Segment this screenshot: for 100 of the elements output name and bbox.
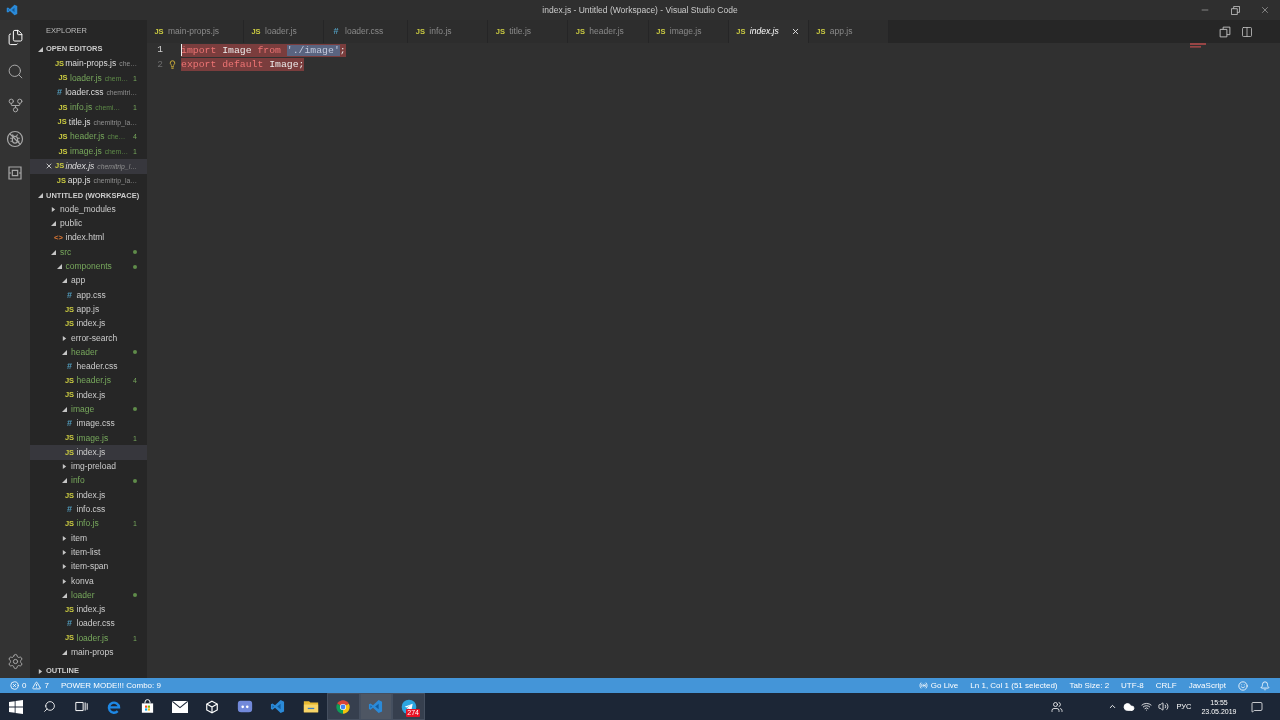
file-name: main-props.js [65, 57, 117, 69]
caret-icon[interactable] [62, 650, 67, 656]
file-item[interactable]: # header.css [30, 359, 147, 374]
files-icon[interactable] [6, 28, 24, 46]
folder-item[interactable]: public [30, 216, 147, 231]
folder-name: node_modules [60, 203, 116, 215]
start-icon [9, 699, 24, 714]
speaker-icon[interactable] [1158, 701, 1169, 712]
file-name: index.js [65, 160, 95, 172]
folder-name: image [71, 404, 95, 415]
wifi-icon[interactable] [1141, 701, 1152, 712]
folder-item[interactable]: components [30, 259, 147, 274]
folder-item[interactable]: loader [30, 588, 147, 603]
file-name: loader.css [76, 618, 115, 630]
file-item[interactable]: # loader.css [30, 616, 147, 632]
file-name: index.js [76, 446, 106, 458]
ribbon-logo-icon [368, 699, 384, 714]
close-icon[interactable] [44, 162, 53, 171]
css-file-icon: # [56, 88, 62, 98]
warning-icon [32, 681, 42, 690]
caret-icon[interactable] [62, 592, 67, 598]
folder-item[interactable]: error-search [30, 330, 147, 346]
caret-icon[interactable] [62, 407, 67, 412]
caret-icon[interactable] [51, 206, 56, 212]
file-name: loader.js [70, 72, 102, 84]
cube-icon [205, 699, 220, 714]
search-icon[interactable] [6, 62, 24, 80]
folder-name: img-preload [71, 461, 116, 473]
caret-icon[interactable] [62, 278, 67, 284]
taskbar-button[interactable] [326, 693, 360, 720]
folder-item[interactable]: info [30, 473, 147, 489]
file-name: header.js [76, 375, 111, 387]
file-name: info.css [76, 504, 106, 516]
speech-bubble-icon[interactable] [1251, 700, 1263, 713]
people-icon[interactable] [1051, 700, 1063, 713]
caret-icon[interactable] [51, 249, 56, 255]
file-item[interactable]: # info.css [30, 502, 147, 517]
app-logo-icon [6, 4, 18, 16]
caret-icon[interactable] [38, 668, 43, 674]
error-icon [10, 681, 19, 690]
editor-tab[interactable]: # loader.css [324, 20, 409, 43]
caret-icon[interactable] [62, 349, 67, 355]
file-item[interactable]: # image.css [30, 416, 147, 431]
caret-icon[interactable] [38, 46, 43, 52]
folder-name: components [65, 261, 112, 272]
folder-item[interactable]: item-span [30, 559, 147, 574]
file-item[interactable]: # app.css [30, 287, 147, 303]
file-name: info.js [76, 518, 99, 530]
folder-name: src [60, 246, 72, 258]
folder-item[interactable]: item [30, 531, 147, 546]
file-name: index.js [76, 604, 106, 616]
file-name: index.js [76, 389, 106, 401]
caret-icon[interactable] [38, 192, 43, 198]
caret-icon[interactable] [62, 478, 67, 484]
close-icon[interactable] [791, 27, 801, 36]
file-name: header.js [70, 131, 105, 143]
chevron-up-icon[interactable] [1107, 702, 1117, 711]
folder-name: item-span [71, 561, 109, 573]
restore-icon [1230, 5, 1240, 15]
caret-icon[interactable] [62, 535, 67, 541]
bug-slash-icon[interactable] [6, 130, 24, 148]
folder-name: public [60, 218, 83, 230]
folder-item[interactable]: img-preload [30, 459, 147, 474]
caret-icon[interactable] [62, 578, 67, 584]
folder-item[interactable]: node_modules [30, 202, 147, 217]
folder-item[interactable]: app [30, 273, 147, 288]
folder-item[interactable]: src [30, 245, 147, 260]
fork-icon[interactable] [6, 96, 24, 114]
folder-item[interactable]: header [30, 345, 147, 360]
file-name: image.js [76, 432, 109, 444]
caret-icon[interactable] [62, 564, 67, 570]
folder-item[interactable]: image [30, 402, 147, 417]
line-number: 1 [156, 43, 163, 58]
file-name: index.html [65, 232, 105, 244]
css-file-icon: # [333, 27, 339, 36]
folder-icon [302, 700, 319, 713]
folder-name: konva [71, 575, 94, 587]
overlapping-squares-icon[interactable] [1219, 25, 1231, 38]
folder-item[interactable]: konva [30, 573, 147, 589]
caret-icon[interactable] [62, 335, 67, 341]
caret-icon[interactable] [62, 464, 67, 470]
nested-squares-icon[interactable] [7, 165, 23, 181]
cloud-icon[interactable] [1123, 700, 1135, 713]
caret-icon[interactable] [62, 549, 67, 555]
task-view-icon [75, 700, 89, 713]
file-name: loader.js [76, 632, 109, 644]
columns-icon[interactable] [1241, 25, 1253, 38]
file-name: title.js [68, 116, 91, 128]
folder-item[interactable]: main-props [30, 645, 147, 660]
folder-name: header [71, 346, 98, 358]
file-name: index.js [76, 489, 106, 501]
folder-name: app [71, 275, 86, 287]
caret-icon[interactable] [51, 221, 56, 227]
file-name: loader.css [65, 87, 104, 99]
caret-icon[interactable] [56, 264, 62, 269]
ribbon-logo-icon [270, 699, 286, 714]
lightbulb-icon[interactable] [167, 60, 177, 70]
css-file-icon: # [67, 505, 72, 515]
folder-item[interactable]: item-list [30, 545, 147, 560]
settings-icon[interactable] [6, 652, 24, 670]
